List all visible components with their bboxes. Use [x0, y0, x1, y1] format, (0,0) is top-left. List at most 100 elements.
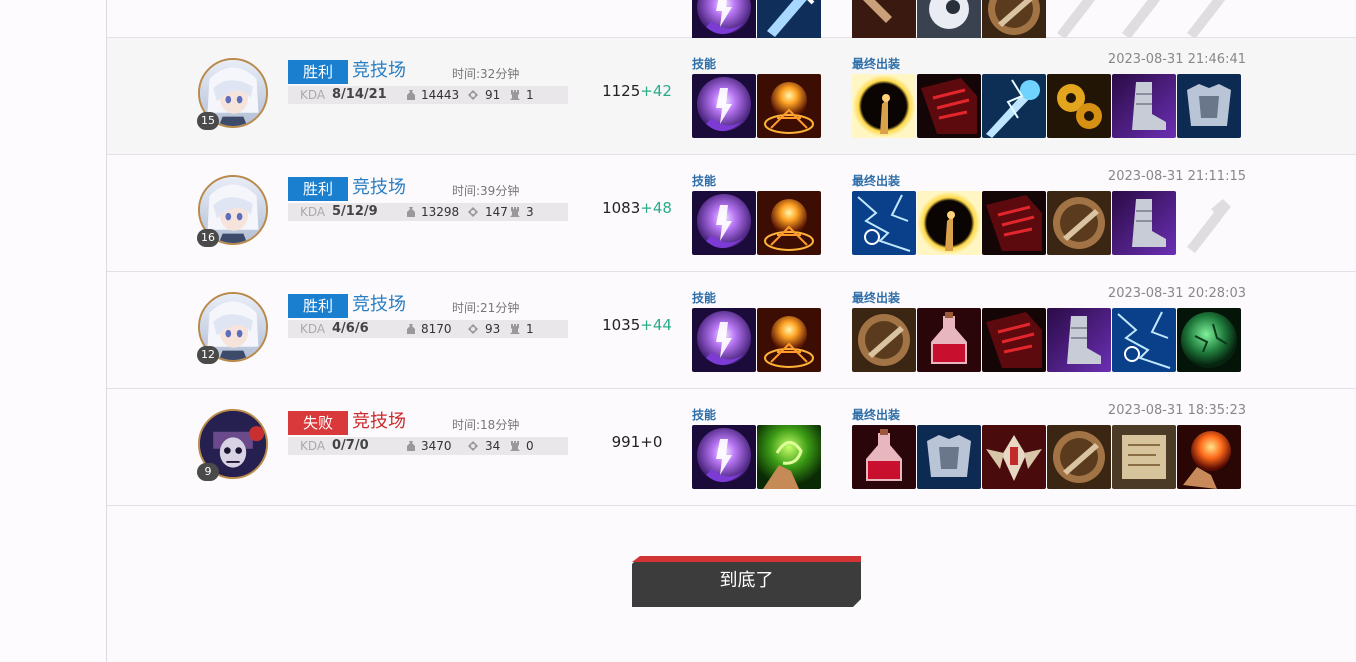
rating-value: 991 [611, 433, 641, 451]
tower-value: 0 [526, 439, 534, 453]
red-book-item-icon[interactable] [982, 191, 1046, 255]
tower-icon [509, 323, 521, 335]
hero-level-badge: 12 [197, 346, 219, 364]
bronze-shield-item-icon[interactable] [1047, 425, 1111, 489]
lightning-wand-item-icon[interactable] [982, 74, 1046, 138]
boots-item-icon[interactable] [1112, 74, 1176, 138]
green-hand-skill-icon[interactable] [757, 425, 821, 489]
empty-slot-icon[interactable] [1177, 191, 1241, 255]
red-book-item-icon[interactable] [982, 308, 1046, 372]
gold-value: 14443 [421, 88, 460, 102]
dark-orb-item-icon[interactable] [852, 74, 916, 138]
bronze-shield-item-icon[interactable] [982, 0, 1046, 41]
match-date: 2023-08-31 18:35:23 [1107, 403, 1246, 418]
minion-icon [467, 206, 479, 218]
stat-bar: KDA 5/12/9 13298 147 3 [288, 203, 568, 221]
result-badge: 胜利 [288, 294, 348, 318]
item-icons [852, 308, 1241, 372]
empty-slot-icon[interactable] [1112, 0, 1176, 41]
minion-icon [467, 89, 479, 101]
armor-item-icon[interactable] [917, 425, 981, 489]
minion-icon [467, 323, 479, 335]
button-accent-bar [632, 556, 861, 562]
game-mode: 竞技场 [352, 411, 406, 432]
gold-icon [405, 323, 417, 335]
gold-icon [405, 440, 417, 452]
ignite-skill-icon[interactable] [757, 308, 821, 372]
red-book-item-icon[interactable] [917, 74, 981, 138]
fire-orb-item-icon[interactable] [1177, 425, 1241, 489]
match-row[interactable]: 12 胜利 竞技场 时间:21分钟 KDA 4/6/6 8170 93 1 1035+44 技能 最终… [107, 272, 1356, 389]
rating-delta: +44 [640, 316, 672, 334]
empty-slot-icon[interactable] [1177, 0, 1241, 41]
scroll-item-icon[interactable] [1112, 425, 1176, 489]
tower-value: 1 [526, 88, 534, 102]
match-row-partial[interactable] [107, 0, 1356, 41]
gold-value: 8170 [421, 322, 452, 336]
match-history-panel: 15 胜利 竞技场 时间:32分钟 KDA 8/14/21 14443 91 1 1125+42 技… [106, 0, 1356, 662]
game-mode: 竞技场 [352, 60, 406, 81]
game-mode: 竞技场 [352, 177, 406, 198]
blue-lightning-item-icon[interactable] [1112, 308, 1176, 372]
items-label: 最终出装 [852, 174, 901, 188]
match-row[interactable]: 9 失败 竞技场 时间:18分钟 KDA 0/7/0 3470 34 0 991+0 技能 最终出装 2… [107, 389, 1356, 506]
match-row[interactable]: 15 胜利 竞技场 时间:32分钟 KDA 8/14/21 14443 91 1 1125+42 技… [107, 38, 1356, 155]
armor-item-icon[interactable] [1177, 74, 1241, 138]
tower-icon [509, 89, 521, 101]
bronze-shield-item-icon[interactable] [1047, 191, 1111, 255]
eye-item-icon[interactable] [917, 0, 981, 41]
gears-item-icon[interactable] [1047, 74, 1111, 138]
match-row[interactable]: 16 胜利 竞技场 时间:39分钟 KDA 5/12/9 13298 147 3 1083+48 技… [107, 155, 1356, 272]
ignite-skill-icon[interactable] [757, 191, 821, 255]
boots-item-icon[interactable] [1047, 308, 1111, 372]
purple-flash-skill-icon[interactable] [692, 74, 756, 138]
cs-value: 91 [485, 88, 501, 102]
kda-label: KDA [300, 88, 326, 102]
match-date: 2023-08-31 20:28:03 [1107, 286, 1246, 301]
red-potion-item-icon[interactable] [852, 425, 916, 489]
skills-label: 技能 [692, 57, 717, 71]
gold-icon [405, 89, 417, 101]
blue-lightning-item-icon[interactable] [852, 191, 916, 255]
winged-emblem-item-icon[interactable] [982, 425, 1046, 489]
rating-score: 1125+42 [577, 82, 697, 100]
kda-value: 5/12/9 [332, 204, 378, 219]
axe-item-icon[interactable] [852, 0, 916, 41]
purple-flash-skill-icon[interactable] [692, 0, 756, 41]
bronze-shield-item-icon[interactable] [852, 308, 916, 372]
blue-sword-skill-icon[interactable] [757, 0, 821, 41]
purple-flash-skill-icon[interactable] [692, 308, 756, 372]
dark-orb-item-icon[interactable] [917, 191, 981, 255]
stat-bar: KDA 4/6/6 8170 93 1 [288, 320, 568, 338]
end-of-list-button[interactable]: 到底了 [632, 556, 861, 607]
empty-slot-icon[interactable] [1047, 0, 1111, 41]
skills-label: 技能 [692, 291, 717, 305]
tower-value: 3 [526, 205, 534, 219]
hero-level-badge: 16 [197, 229, 219, 247]
item-icons [852, 74, 1241, 138]
kda-value: 8/14/21 [332, 87, 387, 102]
kda-label: KDA [300, 205, 326, 219]
red-potion-item-icon[interactable] [917, 308, 981, 372]
boots-item-icon[interactable] [1112, 191, 1176, 255]
purple-flash-skill-icon[interactable] [692, 191, 756, 255]
ignite-skill-icon[interactable] [757, 74, 821, 138]
result-badge: 失败 [288, 411, 348, 435]
skill-icons [692, 425, 821, 489]
rating-delta: +48 [640, 199, 672, 217]
tower-icon [509, 440, 521, 452]
item-icons [852, 0, 1241, 41]
stat-bar: KDA 8/14/21 14443 91 1 [288, 86, 568, 104]
match-date: 2023-08-31 21:46:41 [1107, 52, 1246, 67]
result-badge: 胜利 [288, 60, 348, 84]
minion-icon [467, 440, 479, 452]
tower-icon [509, 206, 521, 218]
rating-score: 991+0 [577, 433, 697, 451]
rating-score: 1083+48 [577, 199, 697, 217]
purple-flash-skill-icon[interactable] [692, 425, 756, 489]
skills-label: 技能 [692, 174, 717, 188]
green-orb-item-icon[interactable] [1177, 308, 1241, 372]
gold-value: 3470 [421, 439, 452, 453]
match-date: 2023-08-31 21:11:15 [1107, 169, 1246, 184]
game-duration: 时间:32分钟 [452, 67, 520, 81]
